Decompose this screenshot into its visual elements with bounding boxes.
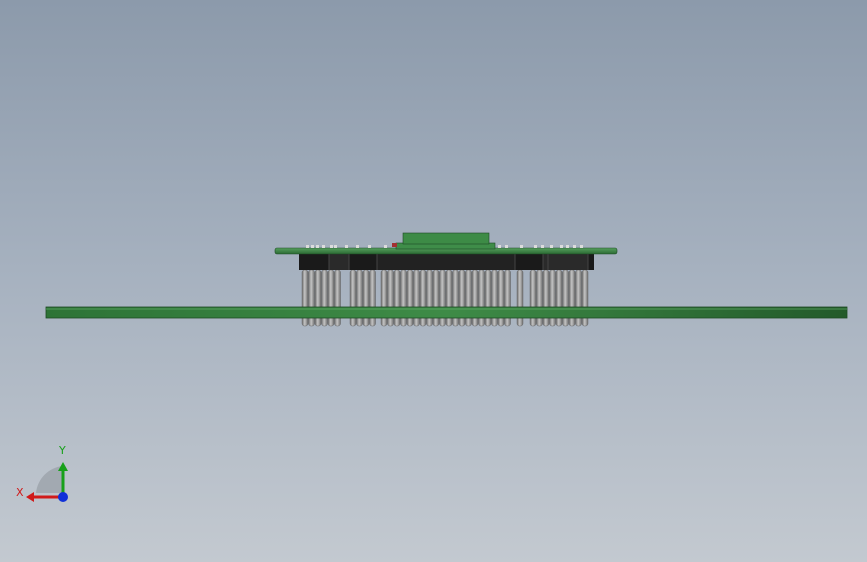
smd-component xyxy=(322,245,325,248)
smd-component xyxy=(334,245,337,248)
base-pcb xyxy=(45,306,848,319)
smd-component xyxy=(306,245,309,248)
smd-component xyxy=(384,245,387,248)
center-module xyxy=(392,232,496,250)
smd-component xyxy=(520,245,523,248)
view-orientation-triad[interactable] xyxy=(26,462,68,502)
smd-component xyxy=(345,245,348,248)
smd-component xyxy=(541,245,544,248)
3d-viewport[interactable]: X Y xyxy=(0,0,867,562)
z-axis-dot-icon xyxy=(58,492,68,502)
smd-component xyxy=(580,245,583,248)
smd-component xyxy=(498,245,501,248)
smd-component xyxy=(316,245,319,248)
smd-component xyxy=(311,245,314,248)
smd-component xyxy=(573,245,576,248)
smd-component xyxy=(550,245,553,248)
smd-component xyxy=(534,245,537,248)
smd-component xyxy=(560,245,563,248)
smd-component xyxy=(566,245,569,248)
smd-component xyxy=(330,245,333,248)
smd-component xyxy=(505,245,508,248)
smd-component xyxy=(368,245,371,248)
y-axis-label: Y xyxy=(59,444,66,457)
connector-housing xyxy=(299,254,594,270)
x-axis-label: X xyxy=(16,486,24,499)
model-view[interactable] xyxy=(0,0,867,562)
smd-component xyxy=(356,245,359,248)
